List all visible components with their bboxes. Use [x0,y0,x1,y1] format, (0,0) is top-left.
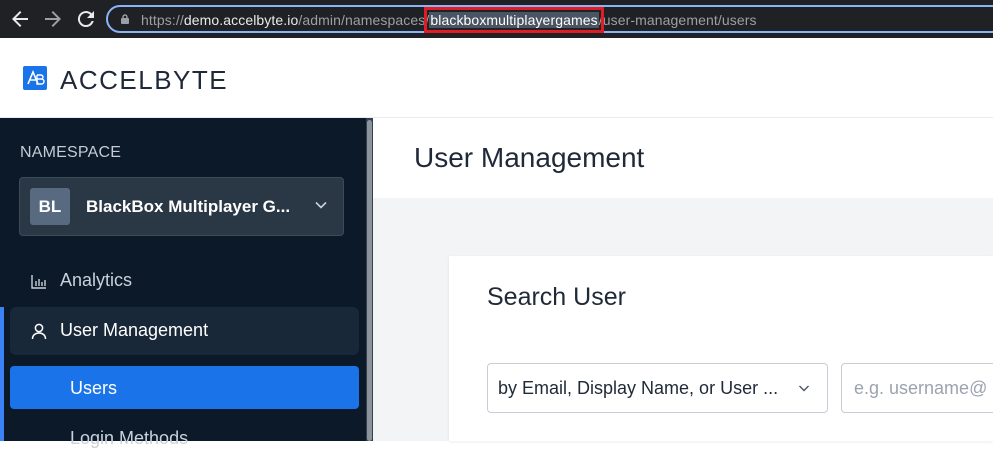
bar-chart-icon [31,275,46,289]
url-host: demo.accelbyte.io [183,12,299,28]
card-title: Search User [487,283,626,311]
sidebar-item-user-management[interactable]: User Management [10,307,359,355]
sidebar-item-analytics[interactable]: Analytics [10,257,359,305]
lock-icon [121,14,129,24]
sidebar-scrollbar-thumb[interactable] [367,120,372,441]
namespace-avatar: BL [30,188,70,225]
address-bar[interactable]: https://demo.accelbyte.io/admin/namespac… [106,5,993,33]
chevron-down-icon [315,201,327,209]
sidebar-subitem-login-methods[interactable]: Login Methods [10,416,359,459]
sidebar-subitem-label: Login Methods [70,428,189,448]
reload-icon [77,11,94,28]
sidebar-subitem-users[interactable]: Users [10,366,359,409]
sidebar-subitem-label: Users [70,378,118,398]
user-icon [31,323,47,340]
url-path-prefix: /admin/namespaces/ [298,12,430,28]
url-highlighted-segment: blackboxmultiplayergames [424,7,604,33]
sidebar-item-label: User Management [60,320,209,340]
active-section-indicator [0,307,4,441]
logo-text: ACCELBYTE [60,65,229,95]
arrow-right-icon [45,11,61,27]
namespace-name: BlackBox Multiplayer G... [86,197,291,216]
namespace-label: NAMESPACE [20,144,122,161]
page-title: User Management [414,142,645,173]
reload-button[interactable] [74,7,98,31]
address-bar-url: https://demo.accelbyte.io/admin/namespac… [141,7,757,33]
arrow-left-icon [12,11,28,27]
chevron-down-icon [799,385,809,392]
namespace-selector[interactable]: BL BlackBox Multiplayer G... [19,177,344,236]
accelbyte-logo-icon[interactable] [21,64,49,92]
search-filter-value: by Email, Display Name, or User ... [498,378,779,398]
forward-button[interactable] [41,7,65,31]
back-button[interactable] [8,7,32,31]
url-path-suffix: /user-management/users [598,12,757,28]
search-filter-select[interactable]: by Email, Display Name, or User ... [487,363,828,413]
search-input[interactable] [841,363,993,413]
sidebar-item-label: Analytics [60,270,133,290]
url-scheme: https:// [141,12,184,28]
